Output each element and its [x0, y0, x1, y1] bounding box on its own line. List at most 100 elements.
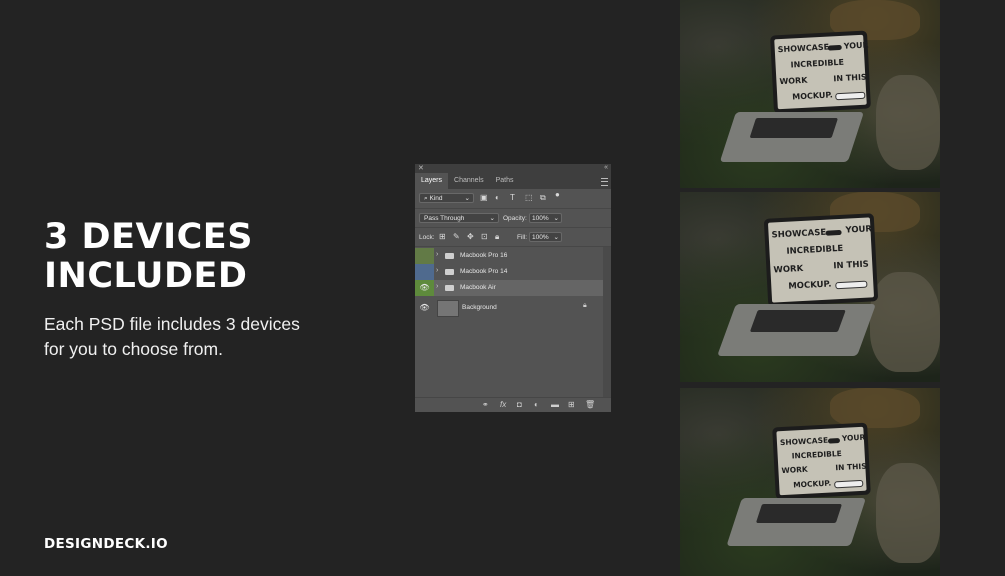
new-group-icon[interactable]: ▬ — [551, 400, 559, 409]
screen-pill — [827, 438, 841, 444]
layer-macbook-pro-14[interactable]: › Macbook Pro 14 — [415, 264, 603, 280]
lock-label: Lock: — [419, 234, 435, 241]
blend-mode-select[interactable]: Pass Through ⌄ — [419, 213, 499, 223]
brand-logo: DESIGNDECK.IO — [44, 536, 168, 552]
screen-word: WORK — [781, 464, 808, 476]
eye-icon: 👁︎ — [419, 283, 430, 292]
shape-filter-icon[interactable]: ⬚ — [525, 193, 533, 203]
screen-button — [835, 280, 868, 290]
adjustment-filter-icon[interactable]: ◐ — [495, 193, 500, 203]
lock-position-icon[interactable]: ✥ — [467, 232, 474, 242]
panel-menu-icon[interactable] — [601, 178, 608, 186]
laptop-base — [726, 498, 866, 546]
link-layers-icon[interactable]: ⚭ — [482, 400, 489, 409]
headline-line-2: INCLUDED — [44, 256, 248, 296]
search-icon: ⌕ — [424, 195, 428, 202]
screen-word: YOUR — [845, 224, 873, 236]
subtitle: Each PSD file includes 3 devices for you… — [44, 312, 300, 362]
headline: 3 DEVICES INCLUDED — [44, 218, 253, 296]
screen-word: MOCKUP. — [792, 478, 832, 490]
panel-scrollbar[interactable] — [603, 247, 611, 397]
chevron-down-icon: ⌄ — [553, 234, 559, 241]
mockup-photo-macbook-pro-14: SHOWCASE YOUR INCREDIBLE WORK IN THIS MO… — [680, 192, 940, 382]
delete-layer-icon[interactable]: 🗑︎ — [585, 400, 595, 409]
lock-image-icon[interactable]: ✎ — [453, 232, 460, 242]
tab-layers[interactable]: Layers — [415, 173, 449, 189]
lock-all-icon[interactable]: 🔒︎ — [495, 232, 499, 242]
layer-thumbnail — [437, 300, 459, 317]
layer-name: Background — [462, 304, 497, 311]
screen-word: MOCKUP. — [788, 279, 832, 292]
lock-transparent-icon[interactable]: ⊞ — [439, 232, 446, 242]
pixel-filter-icon[interactable]: ▣ — [480, 193, 488, 203]
visibility-toggle[interactable] — [415, 264, 434, 280]
fill-label: Fill: — [517, 234, 528, 241]
smart-object-filter-icon[interactable]: ⧉ — [540, 193, 546, 203]
rock — [876, 75, 940, 170]
filter-row: ⌕ Kind ⌄ ▣ ◐ T ⬚ ⧉ ● — [415, 189, 611, 209]
panel-titlebar: ✕ « — [415, 164, 611, 173]
filter-toggle-icon[interactable]: ● — [555, 190, 560, 200]
visibility-toggle[interactable]: 👁︎ — [415, 280, 434, 296]
panel-bottom-toolbar: ⚭ fx ◘ ◐ ▬ ⊞ 🗑︎ — [415, 397, 611, 412]
rock — [870, 272, 940, 372]
mask-icon[interactable]: ◘ — [517, 400, 522, 409]
screen-word: YOUR — [843, 40, 869, 51]
laptop-screen: SHOWCASE YOUR INCREDIBLE WORK IN THIS MO… — [772, 422, 871, 500]
opacity-label: Opacity: — [503, 215, 527, 222]
laptop-screen: SHOWCASE YOUR INCREDIBLE WORK IN THIS MO… — [770, 30, 871, 114]
screen-pill — [825, 229, 842, 236]
layer-background[interactable]: 👁︎ Background 🔒︎ — [415, 298, 603, 318]
close-icon[interactable]: ✕ — [418, 164, 424, 172]
screen-word: WORK — [779, 75, 808, 87]
laptop-keyboard — [755, 504, 843, 523]
chevron-right-icon[interactable]: › — [436, 267, 438, 274]
screen-content: SHOWCASE YOUR INCREDIBLE WORK IN THIS MO… — [774, 34, 869, 110]
type-filter-icon[interactable]: T — [510, 193, 515, 203]
laptop-screen: SHOWCASE YOUR INCREDIBLE WORK IN THIS MO… — [763, 213, 879, 307]
visibility-toggle[interactable]: 👁︎ — [415, 298, 434, 318]
fill-field[interactable]: 100% ⌄ — [529, 232, 562, 242]
layer-name: Macbook Air — [460, 284, 496, 291]
visibility-toggle[interactable] — [415, 248, 434, 264]
layer-name: Macbook Pro 16 — [460, 252, 508, 259]
blend-row: Pass Through ⌄ Opacity: 100% ⌄ — [415, 209, 611, 228]
chevron-right-icon[interactable]: › — [436, 283, 438, 290]
filter-kind-select[interactable]: ⌕ Kind ⌄ — [419, 193, 474, 203]
fx-icon[interactable]: fx — [500, 400, 506, 409]
layer-macbook-pro-16[interactable]: › Macbook Pro 16 — [415, 248, 603, 264]
lock-artboard-icon[interactable]: ⊡ — [481, 232, 488, 242]
tab-paths[interactable]: Paths — [490, 173, 520, 189]
folder-icon — [445, 269, 454, 275]
rock — [876, 463, 940, 563]
layer-name: Macbook Pro 14 — [460, 268, 508, 275]
screen-button — [835, 91, 866, 101]
screen-content: SHOWCASE YOUR INCREDIBLE WORK IN THIS MO… — [776, 426, 867, 496]
screen-content: SHOWCASE YOUR INCREDIBLE WORK IN THIS MO… — [767, 217, 875, 303]
folder-icon — [445, 253, 454, 259]
rock — [830, 388, 920, 428]
layer-macbook-air[interactable]: 👁︎ › Macbook Air — [415, 280, 603, 296]
laptop-base — [719, 112, 864, 162]
laptop-keyboard — [749, 118, 839, 138]
screen-word: IN THIS — [835, 461, 867, 473]
lock-icon: 🔒︎ — [583, 302, 587, 309]
panel-tabs: Layers Channels Paths — [415, 173, 611, 189]
filter-kind-value: Kind — [429, 195, 443, 202]
screen-word: MOCKUP. — [792, 90, 834, 102]
layers-panel: ✕ « Layers Channels Paths ⌕ Kind ⌄ ▣ ◐ T… — [415, 164, 611, 412]
tab-channels[interactable]: Channels — [448, 173, 490, 189]
laptop-keyboard — [749, 310, 846, 332]
fill-value: 100% — [532, 234, 549, 241]
screen-word: YOUR — [841, 432, 866, 443]
chevron-down-icon: ⌄ — [553, 215, 559, 222]
laptop-base — [717, 304, 876, 356]
screen-word: IN THIS — [833, 259, 870, 272]
chevron-right-icon[interactable]: › — [436, 251, 438, 258]
collapse-icon[interactable]: « — [604, 164, 608, 171]
screen-word: IN THIS — [833, 72, 867, 84]
chevron-down-icon: ⌄ — [489, 215, 495, 222]
adjustment-layer-icon[interactable]: ◐ — [534, 400, 539, 409]
new-layer-icon[interactable]: ⊞ — [568, 400, 575, 409]
opacity-field[interactable]: 100% ⌄ — [529, 213, 562, 223]
